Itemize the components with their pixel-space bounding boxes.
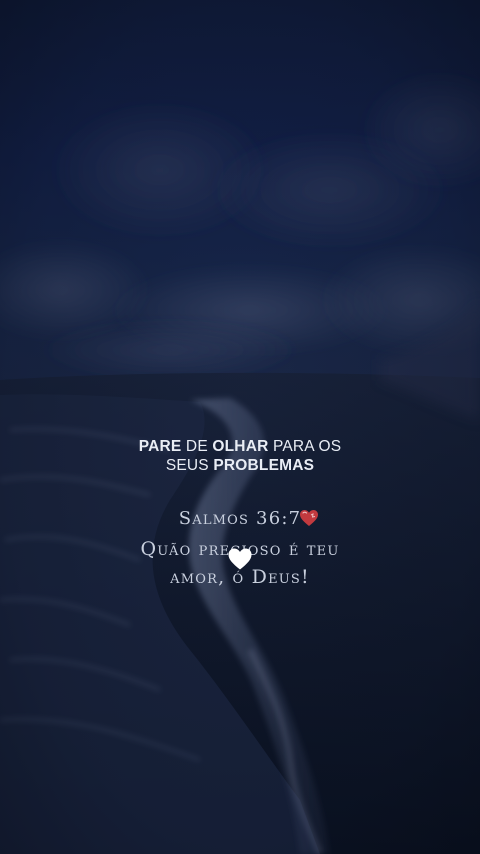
red-heart-icon	[300, 510, 318, 526]
headline-line-2: SEUS PROBLEMAS	[0, 456, 480, 475]
white-heart-icon	[228, 548, 252, 570]
vignette-overlay	[0, 0, 480, 854]
headline-word: PROBLEMAS	[213, 457, 315, 474]
headline-word: OLHAR	[212, 438, 269, 455]
headline-text: PARE DE OLHAR PARA OS SEUS PROBLEMAS	[0, 437, 480, 475]
headline-word: SEUS	[165, 457, 214, 474]
headline-line-1: PARE DE OLHAR PARA OS	[0, 437, 480, 456]
headline-word: DE	[181, 438, 213, 455]
story-background: PARE DE OLHAR PARA OS SEUS PROBLEMAS Sal…	[0, 0, 480, 854]
headline-word: PARE	[138, 438, 182, 455]
headline-word: PARA OS	[268, 438, 342, 455]
verse-reference: Salmos 36:7	[178, 508, 302, 529]
